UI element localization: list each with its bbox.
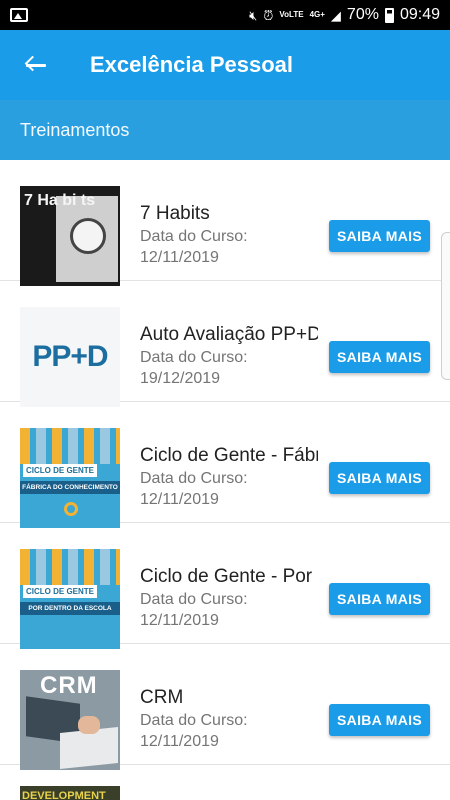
battery-icon <box>384 7 394 23</box>
app-bar: Excelência Pessoal <box>0 30 450 100</box>
course-name: Auto Avaliação PP+D <box>140 324 318 345</box>
thumbnail-text: PP+D <box>32 340 108 373</box>
course-name: Ciclo de Gente - Por Dentro da Escola <box>140 566 318 587</box>
course-thumbnail: CICLO DE GENTE FÁBRICA DO CONHECIMENTO <box>20 428 120 528</box>
course-item-auto-avaliacao[interactable]: PP+D Auto Avaliação PP+D Data do Curso: … <box>0 281 450 407</box>
signal-icon: ◢ <box>330 7 341 23</box>
clock: 09:49 <box>399 6 440 23</box>
course-date: 19/12/2019 <box>140 370 221 387</box>
course-name: Ciclo de Gente - Fábrica do Conhecimento <box>140 445 318 466</box>
gear-icon <box>64 502 78 516</box>
course-date-label: Data do Curso: <box>140 228 248 245</box>
back-arrow-icon <box>24 54 46 76</box>
gallery-notification-icon <box>10 8 28 22</box>
course-thumbnail: CICLO DE GENTE POR DENTRO DA ESCOLA <box>20 549 120 649</box>
course-item-ciclo-de-gente-fabrica[interactable]: CICLO DE GENTE FÁBRICA DO CONHECIMENTO C… <box>0 402 450 528</box>
course-list[interactable]: 7 Ha bi ts 7 Habits Data do Curso: 12/11… <box>0 160 450 770</box>
course-info: Auto Avaliação PP+D Data do Curso: 19/12… <box>140 323 318 389</box>
status-bar: 🔇︎ ⏰︎ VoLTE 4G+ ◢ 70% 09:49 <box>0 0 450 30</box>
thumbnail-text: CICLO DE GENTE <box>23 464 98 477</box>
course-info: Ciclo de Gente - Por Dentro da Escola Da… <box>140 565 318 631</box>
course-date-label: Data do Curso: <box>140 470 248 487</box>
course-thumbnail-partial[interactable]: DEVELOPMENT <box>20 786 120 800</box>
course-item-crm[interactable]: CRM CRM Data do Curso: 12/11/2019 SAIBA … <box>0 644 450 770</box>
course-date: 12/11/2019 <box>140 249 219 266</box>
saiba-mais-button[interactable]: SAIBA MAIS <box>329 704 430 736</box>
thumbnail-subtext: FÁBRICA DO CONHECIMENTO <box>20 481 120 494</box>
section-title: Treinamentos <box>20 119 130 140</box>
back-button[interactable] <box>0 30 70 100</box>
page-title: Excelência Pessoal <box>90 52 294 77</box>
saiba-mais-button[interactable]: SAIBA MAIS <box>329 462 430 494</box>
course-item-7-habits[interactable]: 7 Ha bi ts 7 Habits Data do Curso: 12/11… <box>0 160 450 286</box>
battery-percentage: 70% <box>346 6 379 23</box>
course-info: Ciclo de Gente - Fábrica do Conhecimento… <box>140 444 318 510</box>
course-name: CRM <box>140 687 184 708</box>
volte-label: VoLTE <box>279 10 304 19</box>
scrollbar-thumb[interactable] <box>441 232 450 380</box>
thumbnail-subtext: POR DENTRO DA ESCOLA <box>20 602 120 615</box>
thumbnail-figures <box>20 428 120 464</box>
thumbnail-figures <box>20 549 120 585</box>
mute-icon: 🔇︎ <box>249 7 258 23</box>
course-date: 12/11/2019 <box>140 733 219 750</box>
course-thumbnail: 7 Ha bi ts <box>20 186 120 286</box>
thumbnail-text: 7 Ha bi ts <box>24 192 96 209</box>
course-date: 12/11/2019 <box>140 612 219 629</box>
saiba-mais-button[interactable]: SAIBA MAIS <box>329 220 430 252</box>
course-info: CRM Data do Curso: 12/11/2019 <box>140 686 318 752</box>
course-thumbnail: CRM <box>20 670 120 770</box>
course-item-ciclo-de-gente-escola[interactable]: CICLO DE GENTE POR DENTRO DA ESCOLA Cicl… <box>0 523 450 649</box>
thumbnail-text: CRM <box>40 672 98 699</box>
saiba-mais-button[interactable]: SAIBA MAIS <box>329 583 430 615</box>
network-label: 4G+ <box>309 10 325 19</box>
course-name: 7 Habits <box>140 203 210 224</box>
course-date-label: Data do Curso: <box>140 712 248 729</box>
saiba-mais-button[interactable]: SAIBA MAIS <box>329 341 430 373</box>
thumbnail-text: DEVELOPMENT <box>22 790 106 800</box>
course-date-label: Data do Curso: <box>140 591 248 608</box>
course-info: 7 Habits Data do Curso: 12/11/2019 <box>140 202 318 268</box>
course-thumbnail: PP+D <box>20 307 120 407</box>
course-date-label: Data do Curso: <box>140 349 248 366</box>
alarm-icon: ⏰︎ <box>263 7 274 23</box>
thumbnail-text: CICLO DE GENTE <box>23 585 98 598</box>
thumbnail-hand-shape <box>78 716 100 734</box>
thumbnail-person-shape <box>70 218 106 254</box>
course-date: 12/11/2019 <box>140 491 219 508</box>
section-header: Treinamentos <box>0 100 450 160</box>
